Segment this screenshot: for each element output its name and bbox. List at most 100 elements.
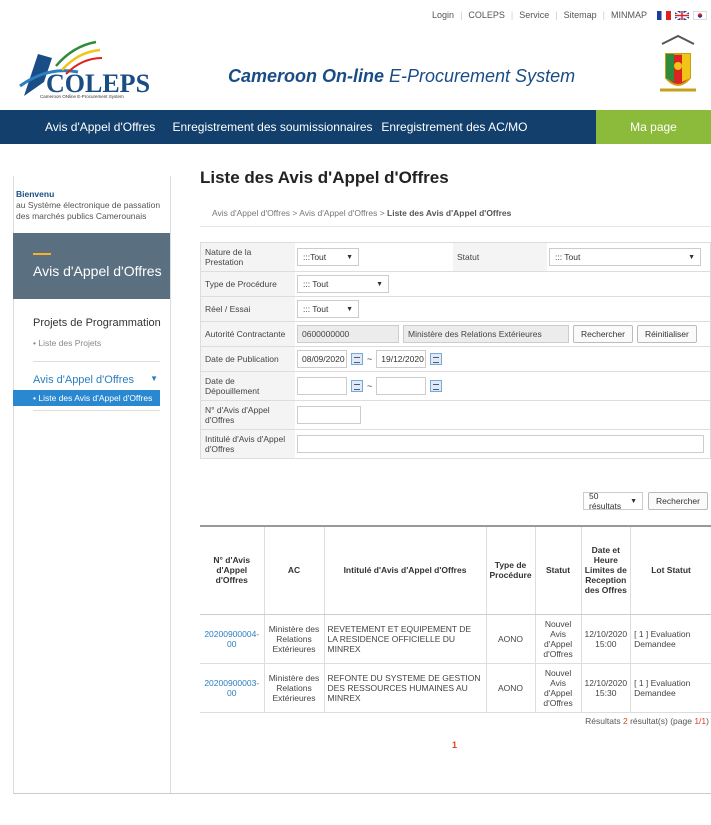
breadcrumb: Avis d'Appel d'Offres > Avis d'Appel d'O… <box>212 208 512 218</box>
column-header: N° d'Avis d'Appel d'Offres <box>200 525 265 615</box>
logo-subtitle: Cameroon ONline E-Procurement System <box>40 94 124 99</box>
per-page-select[interactable]: 50 résultats ▼ <box>583 491 643 511</box>
cameroon-emblem-icon <box>656 32 700 102</box>
results-table: N° d'Avis d'Appel d'Offres AC Intitulé d… <box>200 525 711 713</box>
sidebar-item-liste-avis[interactable]: • Liste des Avis d'Appel d'Offres <box>13 390 160 406</box>
breadcrumb-item[interactable]: Avis d'Appel d'Offres <box>212 208 290 218</box>
table-header-row: N° d'Avis d'Appel d'Offres AC Intitulé d… <box>200 525 711 615</box>
page-title: Liste des Avis d'Appel d'Offres <box>200 168 449 187</box>
search-form: Nature de la Prestation :::Tout ▼ Statut … <box>200 242 711 459</box>
uk-flag-icon[interactable] <box>674 9 690 21</box>
service-link[interactable]: Service <box>519 10 549 20</box>
nav-avis-appel-offres[interactable]: Avis d'Appel d'Offres <box>0 110 172 144</box>
table-cell: REVETEMENT ET EQUIPEMENT DE LA RESIDENCE… <box>324 614 487 664</box>
reel-select[interactable]: ::: Tout ▼ <box>297 300 359 318</box>
results-bar: 50 résultats ▼ Rechercher <box>583 491 708 511</box>
nav-enregistrement-ac-mo[interactable]: Enregistrement des AC/MO <box>381 110 596 144</box>
statut-label: Statut <box>453 243 547 271</box>
autorite-name-field: Ministère des Relations Extérieures <box>403 325 569 343</box>
nature-select[interactable]: :::Tout ▼ <box>297 248 359 266</box>
sidebar-menu: Projets de Programmation • Liste des Pro… <box>13 317 170 411</box>
accent-bar <box>33 253 51 255</box>
sidebar-section-title: Avis d'Appel d'Offres <box>33 263 162 279</box>
table-cell: REFONTE DU SYSTEME DE GESTION DES RESSOU… <box>324 663 487 713</box>
table-cell: 12/10/2020 15:30 <box>581 663 632 713</box>
top-links-bar: Login | COLEPS | Service | Sitemap | MINMAP <box>432 6 711 24</box>
footer-divider <box>13 793 711 794</box>
french-flag-icon[interactable] <box>657 10 671 20</box>
welcome-description: au Système électronique de passation des… <box>16 200 161 221</box>
breadcrumb-item[interactable]: Avis d'Appel d'Offres <box>299 208 377 218</box>
table-cell: AONO <box>486 663 536 713</box>
notice-number-link[interactable]: 20200900003-00 <box>200 663 265 713</box>
publication-to-field[interactable]: 19/12/2020 <box>376 350 427 368</box>
nature-label: Nature de la Prestation <box>201 243 295 271</box>
table-row[interactable]: 20200900003-00 Ministère des Relations E… <box>200 663 711 713</box>
column-header: Date et Heure Limites de Reception des O… <box>581 525 632 615</box>
table-cell: [ 1 ] Evaluation Demandee <box>630 663 711 713</box>
notice-number-link[interactable]: 20200900004-00 <box>200 614 265 664</box>
table-row[interactable]: 20200900004-00 Ministère des Relations E… <box>200 614 711 664</box>
numero-field[interactable] <box>297 406 361 424</box>
table-cell: [ 1 ] Evaluation Demandee <box>630 614 711 664</box>
site-tagline: Cameroon On-line E-Procurement System <box>228 66 576 86</box>
breadcrumb-divider <box>200 226 711 227</box>
nav-enregistrement-soumissionnaires[interactable]: Enregistrement des soumissionnaires <box>172 110 381 144</box>
intitule-label: Intitulé d'Avis d'Appel d'Offres <box>201 430 295 458</box>
pagination-current-page[interactable]: 1 <box>452 740 457 750</box>
table-cell: 12/10/2020 15:00 <box>581 614 632 664</box>
depouillement-label: Date de Dépouillement <box>201 372 295 400</box>
results-summary: Résultats 2 résultat(s) (page 1/1) <box>585 716 709 726</box>
table-cell: AONO <box>486 614 536 664</box>
calendar-icon[interactable] <box>430 353 443 365</box>
chevron-down-icon: ▼ <box>150 374 158 383</box>
procedure-label: Type de Procédure <box>201 272 295 296</box>
login-link[interactable]: Login <box>432 10 454 20</box>
sidebar-divider <box>33 361 160 362</box>
column-header: Lot Statut <box>630 525 711 615</box>
publication-from-field[interactable]: 08/09/2020 <box>297 350 347 368</box>
table-cell: Ministère des Relations Extérieures <box>263 663 325 713</box>
depouillement-from-field[interactable] <box>297 377 347 395</box>
sidebar-item-liste-projets[interactable]: • Liste des Projets <box>33 338 170 348</box>
site-header: COLEPS Cameroon ONline E-Procurement Sys… <box>0 24 711 110</box>
coleps-logo[interactable]: COLEPS Cameroon ONline E-Procurement Sys… <box>18 36 168 102</box>
depouillement-to-field[interactable] <box>376 377 427 395</box>
autorite-code-field: 0600000000 <box>297 325 399 343</box>
main-nav: Avis d'Appel d'Offres Enregistrement des… <box>0 110 711 144</box>
nav-ma-page[interactable]: Ma page <box>596 110 711 144</box>
calendar-icon[interactable] <box>351 380 363 392</box>
sidebar-item-avis[interactable]: Avis d'Appel d'Offres ▼ <box>33 374 170 386</box>
sidebar: Bienvenu au Système électronique de pass… <box>13 176 170 411</box>
autorite-search-button[interactable]: Rechercher <box>573 325 633 343</box>
column-header: Intitulé d'Avis d'Appel d'Offres <box>324 525 487 615</box>
search-button[interactable]: Rechercher <box>648 492 708 510</box>
statut-select[interactable]: ::: Tout ▼ <box>549 248 701 266</box>
numero-label: N° d'Avis d'Appel d'Offres <box>201 401 295 429</box>
reset-button[interactable]: Réinitialiser <box>636 325 697 343</box>
column-header: Type de Procédure <box>486 525 536 615</box>
sidebar-item-projets[interactable]: Projets de Programmation <box>33 317 170 329</box>
table-cell: Nouvel Avis d'Appel d'Offres <box>535 663 582 713</box>
korean-flag-icon[interactable] <box>693 10 707 20</box>
welcome-title: Bienvenu <box>16 189 55 199</box>
sitemap-link[interactable]: Sitemap <box>564 10 597 20</box>
welcome-text: Bienvenu au Système électronique de pass… <box>13 176 170 222</box>
column-header: Statut <box>535 525 582 615</box>
sidebar-section-header: Avis d'Appel d'Offres <box>13 233 170 299</box>
table-cell: Ministère des Relations Extérieures <box>263 614 325 664</box>
sidebar-border-right <box>170 176 171 793</box>
calendar-icon[interactable] <box>351 353 363 365</box>
sidebar-divider <box>33 410 160 411</box>
breadcrumb-current: Liste des Avis d'Appel d'Offres <box>387 208 512 218</box>
publication-label: Date de Publication <box>201 347 295 371</box>
autorite-label: Autorité Contractante <box>201 322 295 346</box>
coleps-link[interactable]: COLEPS <box>468 10 505 20</box>
calendar-icon[interactable] <box>430 380 443 392</box>
procedure-select[interactable]: ::: Tout ▼ <box>297 275 389 293</box>
minmap-link[interactable]: MINMAP <box>611 10 647 20</box>
reel-label: Réel / Essai <box>201 297 295 321</box>
intitule-field[interactable] <box>297 435 704 453</box>
main-content: Liste des Avis d'Appel d'Offres Avis d'A… <box>200 168 711 750</box>
column-header: AC <box>263 525 325 615</box>
